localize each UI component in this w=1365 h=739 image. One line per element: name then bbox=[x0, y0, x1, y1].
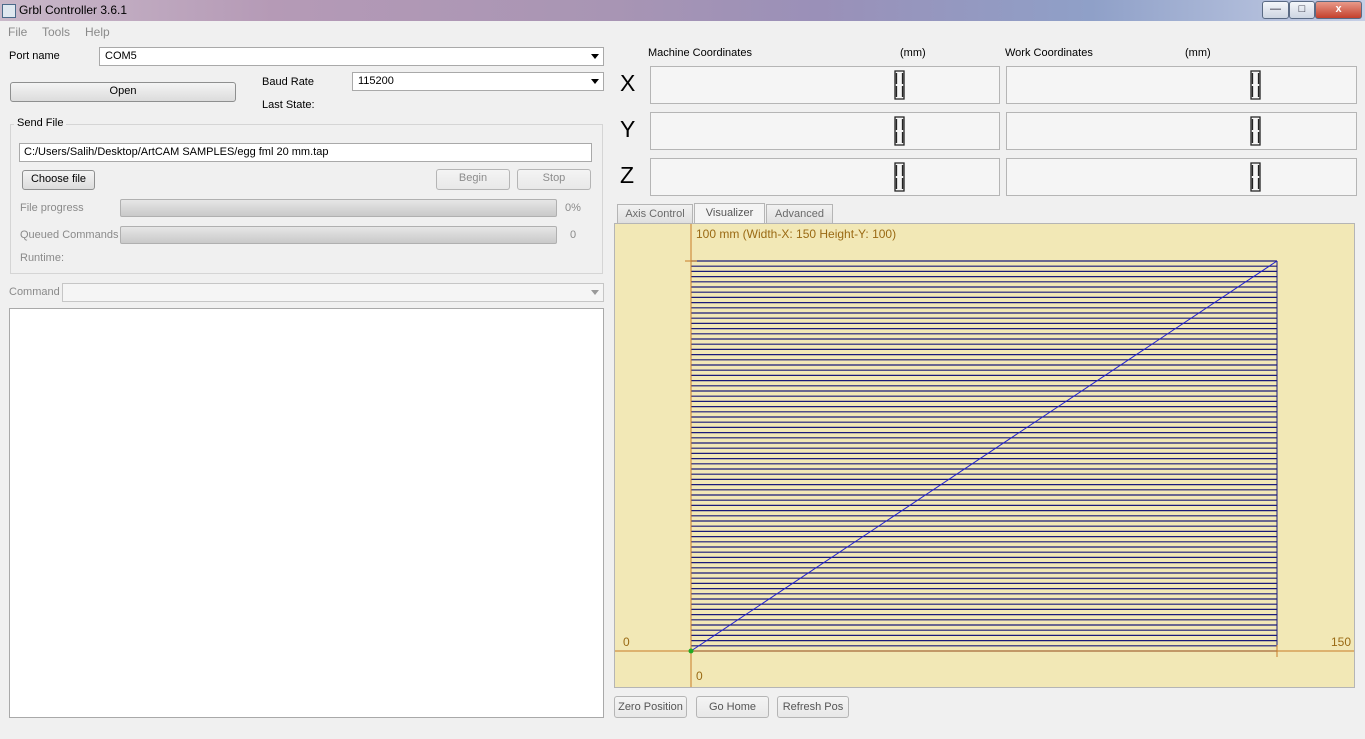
visualizer-panel[interactable]: 100 mm (Width-X: 150 Height-Y: 100) 0 15… bbox=[614, 223, 1355, 688]
machine-unit-label: (mm) bbox=[900, 47, 926, 59]
refresh-pos-button[interactable]: Refresh Pos bbox=[777, 696, 849, 718]
file-path-field[interactable]: C:/Users/Salih/Desktop/ArtCAM SAMPLES/eg… bbox=[19, 143, 592, 162]
lcd-digit-icon bbox=[1250, 162, 1261, 192]
machine-z-display bbox=[650, 158, 1000, 196]
y-min-label: 0 bbox=[696, 669, 703, 683]
window-title: Grbl Controller 3.6.1 bbox=[19, 3, 128, 17]
queued-commands-value: 0 bbox=[570, 229, 577, 241]
origin-marker bbox=[688, 648, 694, 654]
menu-help[interactable]: Help bbox=[85, 25, 110, 39]
go-home-button[interactable]: Go Home bbox=[696, 696, 769, 718]
chevron-down-icon bbox=[591, 79, 599, 84]
baud-rate-value: 115200 bbox=[358, 75, 394, 87]
tab-axis-control[interactable]: Axis Control bbox=[617, 204, 693, 224]
work-z-display bbox=[1006, 158, 1357, 196]
open-port-button[interactable]: Open bbox=[10, 82, 236, 102]
runtime-label: Runtime: bbox=[20, 252, 65, 264]
maximize-button[interactable]: □ bbox=[1289, 1, 1315, 19]
lcd-digit-icon bbox=[1250, 116, 1261, 146]
machine-coordinates-label: Machine Coordinates bbox=[648, 47, 752, 59]
file-progress-label: File progress bbox=[20, 202, 84, 214]
axis-z-label: Z bbox=[620, 162, 635, 188]
stop-button[interactable]: Stop bbox=[517, 169, 591, 190]
minimize-button[interactable]: — bbox=[1262, 1, 1289, 19]
axis-y-label: Y bbox=[620, 116, 636, 142]
machine-y-display bbox=[650, 112, 1000, 150]
machine-x-display bbox=[650, 66, 1000, 104]
baud-rate-select[interactable]: 115200 bbox=[352, 72, 604, 91]
axis-x-label: X bbox=[620, 70, 636, 96]
tab-visualizer[interactable]: Visualizer bbox=[694, 203, 765, 225]
lcd-digit-icon bbox=[894, 70, 905, 100]
lcd-digit-icon bbox=[894, 162, 905, 192]
visualizer-header: 100 mm (Width-X: 150 Height-Y: 100) bbox=[696, 227, 896, 241]
work-y-display bbox=[1006, 112, 1357, 150]
work-x-display bbox=[1006, 66, 1357, 104]
chevron-down-icon bbox=[591, 54, 599, 59]
baud-rate-label: Baud Rate bbox=[262, 76, 314, 88]
work-unit-label: (mm) bbox=[1185, 47, 1211, 59]
toolpath-diagonal bbox=[690, 260, 1278, 652]
file-progress-bar bbox=[120, 199, 557, 217]
chevron-down-icon bbox=[591, 290, 599, 295]
close-button[interactable]: x bbox=[1315, 1, 1362, 19]
work-coordinates-label: Work Coordinates bbox=[1005, 47, 1093, 59]
port-select-value: COM5 bbox=[105, 50, 137, 62]
lcd-digit-icon bbox=[1250, 70, 1261, 100]
command-input[interactable] bbox=[62, 283, 604, 302]
tab-advanced[interactable]: Advanced bbox=[766, 204, 833, 224]
choose-file-button[interactable]: Choose file bbox=[22, 170, 95, 190]
queued-commands-bar bbox=[120, 226, 557, 244]
begin-button[interactable]: Begin bbox=[436, 169, 510, 190]
queued-commands-label: Queued Commands bbox=[20, 229, 119, 241]
menu-bar bbox=[0, 21, 1365, 41]
app-icon bbox=[2, 4, 16, 18]
menu-tools[interactable]: Tools bbox=[42, 25, 70, 39]
port-select[interactable]: COM5 bbox=[99, 47, 604, 66]
zero-position-button[interactable]: Zero Position bbox=[614, 696, 687, 718]
command-label: Command bbox=[9, 286, 60, 298]
lcd-digit-icon bbox=[894, 116, 905, 146]
toolpath-canvas: 100 mm (Width-X: 150 Height-Y: 100) 0 15… bbox=[615, 224, 1354, 687]
port-name-label: Port name bbox=[9, 50, 60, 62]
x-min-label: 0 bbox=[623, 635, 630, 649]
x-max-label: 150 bbox=[1331, 635, 1351, 649]
last-state-label: Last State: bbox=[262, 99, 315, 111]
menu-file[interactable]: File bbox=[8, 25, 27, 39]
file-progress-value: 0% bbox=[565, 202, 581, 214]
console-output[interactable] bbox=[9, 308, 604, 718]
send-file-label: Send File bbox=[14, 117, 67, 129]
title-bar bbox=[0, 0, 1365, 21]
